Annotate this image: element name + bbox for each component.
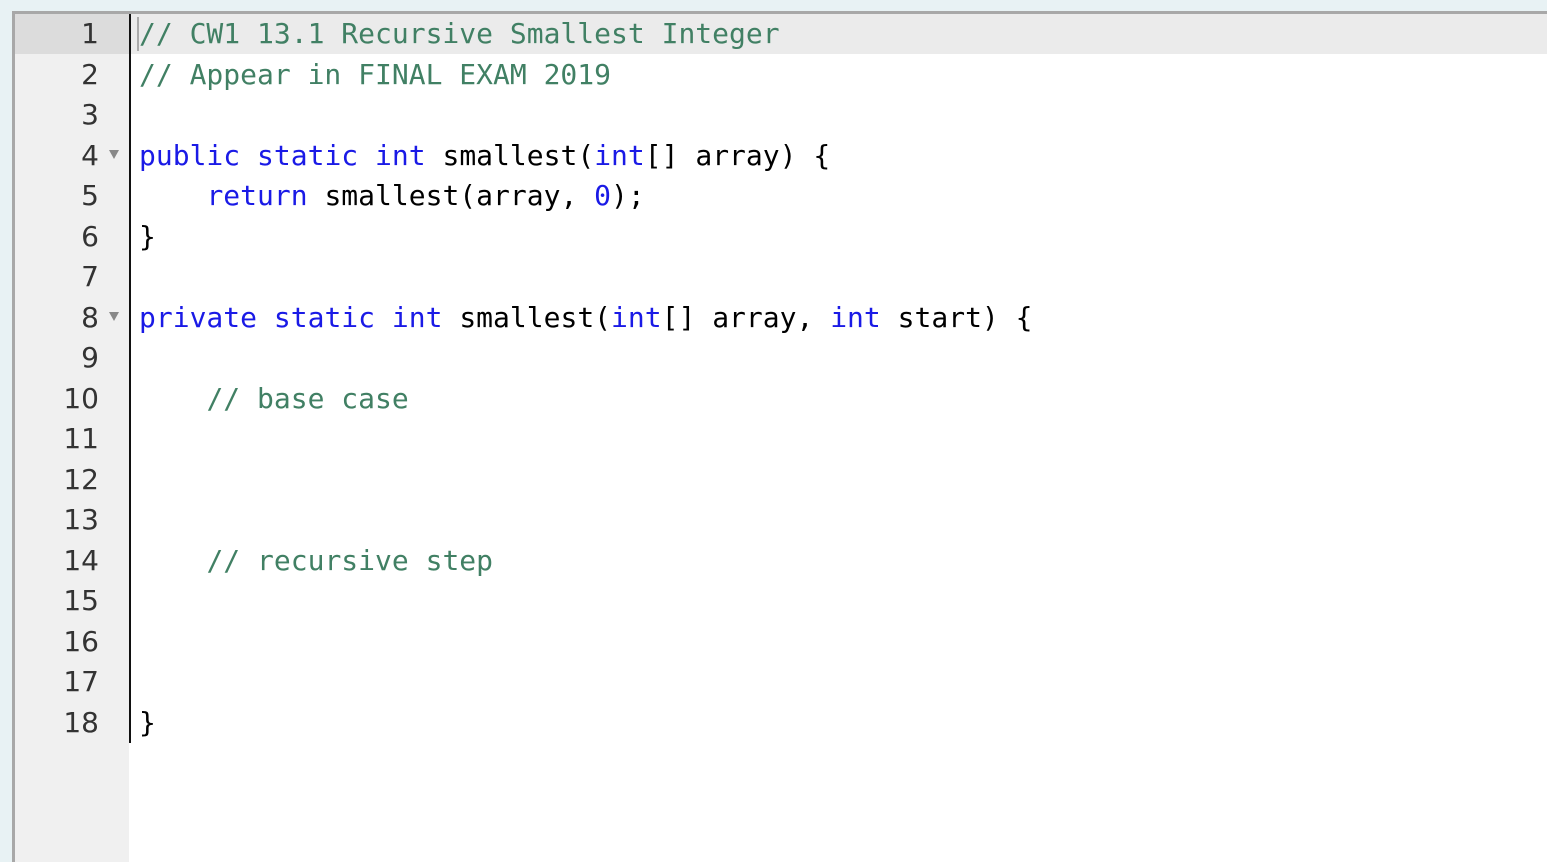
code-lines[interactable]: 1 // CW1 13.1 Recursive Smallest Integer 2… <box>15 14 1547 743</box>
code-line[interactable]: 15 <box>15 581 1547 622</box>
line-code: public static int smallest(int[] array) … <box>139 136 830 176</box>
text-token: ); <box>611 179 645 212</box>
comment-token: // base case <box>206 381 409 415</box>
text-token: } <box>139 219 156 253</box>
line-number: 3 <box>81 98 99 131</box>
code-line[interactable]: 18} <box>15 703 1547 744</box>
text-token: [] array) { <box>644 138 831 172</box>
keyword-token: int <box>391 300 443 334</box>
keyword-token: int <box>594 138 645 172</box>
code-editor[interactable]: 1 // CW1 13.1 Recursive Smallest Integer 2… <box>12 11 1547 862</box>
line-code: } <box>139 703 156 743</box>
code-line[interactable]: 17 <box>15 662 1547 703</box>
line-code: // base case <box>139 379 409 419</box>
code-line[interactable]: 14 // recursive step <box>15 541 1547 582</box>
code-line[interactable]: 2 // Appear in FINAL EXAM 2019 <box>15 55 1547 96</box>
text-token: smallest( <box>442 300 612 334</box>
code-line[interactable]: 9 <box>15 338 1547 379</box>
code-line[interactable]: 3 <box>15 95 1547 136</box>
keyword-token: public <box>139 138 241 172</box>
text-token: [] array, <box>661 300 831 334</box>
comment-token: // CW1 13.1 Recursive Smallest Integer <box>139 17 780 50</box>
code-line[interactable]: 6} <box>15 217 1547 258</box>
line-number: 8 <box>81 300 99 334</box>
comment-token: // recursive step <box>206 543 494 577</box>
line-number: 10 <box>63 381 99 415</box>
code-line[interactable]: 7 <box>15 257 1547 298</box>
line-number: 5 <box>81 179 99 212</box>
line-number: 2 <box>81 57 99 91</box>
line-number: 1 <box>81 17 99 50</box>
line-number: 11 <box>63 422 99 455</box>
text-token: } <box>139 705 156 739</box>
code-line[interactable]: 13 <box>15 500 1547 541</box>
line-number: 13 <box>63 503 99 536</box>
line-code: return smallest(array, 0); <box>139 176 645 216</box>
line-number: 12 <box>63 462 99 496</box>
line-code: private static int smallest(int[] array,… <box>139 298 1033 338</box>
keyword-token: int <box>830 300 881 334</box>
line-code: } <box>139 217 156 257</box>
line-code: // recursive step <box>139 541 493 581</box>
text-token: smallest( <box>425 138 595 172</box>
line-number: 4 <box>81 138 99 172</box>
code-line[interactable]: 1 // CW1 13.1 Recursive Smallest Integer <box>15 14 1547 55</box>
keyword-token: static <box>257 138 359 172</box>
code-line[interactable]: 11 <box>15 419 1547 460</box>
comment-token: // Appear in FINAL EXAM 2019 <box>139 57 612 91</box>
line-code: // CW1 13.1 Recursive Smallest Integer <box>139 14 780 54</box>
fold-arrow-icon[interactable] <box>109 311 119 321</box>
line-number: 7 <box>81 260 99 293</box>
number-token: 0 <box>594 179 612 212</box>
keyword-token: static <box>273 300 376 334</box>
line-number: 18 <box>63 705 99 739</box>
text-token: smallest(array, <box>307 179 595 212</box>
line-number: 16 <box>63 624 99 658</box>
code-line[interactable]: 8 private static int smallest(int[] array… <box>15 298 1547 339</box>
line-number: 9 <box>81 341 99 374</box>
keyword-token: return <box>206 179 308 212</box>
code-line[interactable]: 16 <box>15 622 1547 663</box>
keyword-token: int <box>611 300 662 334</box>
code-line[interactable]: 12 <box>15 460 1547 501</box>
line-number: 17 <box>63 665 99 698</box>
text-token: start) { <box>880 300 1033 334</box>
keyword-token: int <box>375 138 426 172</box>
line-code: // Appear in FINAL EXAM 2019 <box>139 55 611 95</box>
line-number: 6 <box>81 219 99 253</box>
line-number: 14 <box>63 543 99 577</box>
fold-arrow-icon[interactable] <box>109 149 119 159</box>
code-line[interactable]: 4 public static int smallest(int[] array)… <box>15 136 1547 177</box>
line-number: 15 <box>63 584 99 617</box>
code-line[interactable]: 5 return smallest(array, 0); <box>15 176 1547 217</box>
code-line[interactable]: 10 // base case <box>15 379 1547 420</box>
keyword-token: private <box>139 300 258 334</box>
